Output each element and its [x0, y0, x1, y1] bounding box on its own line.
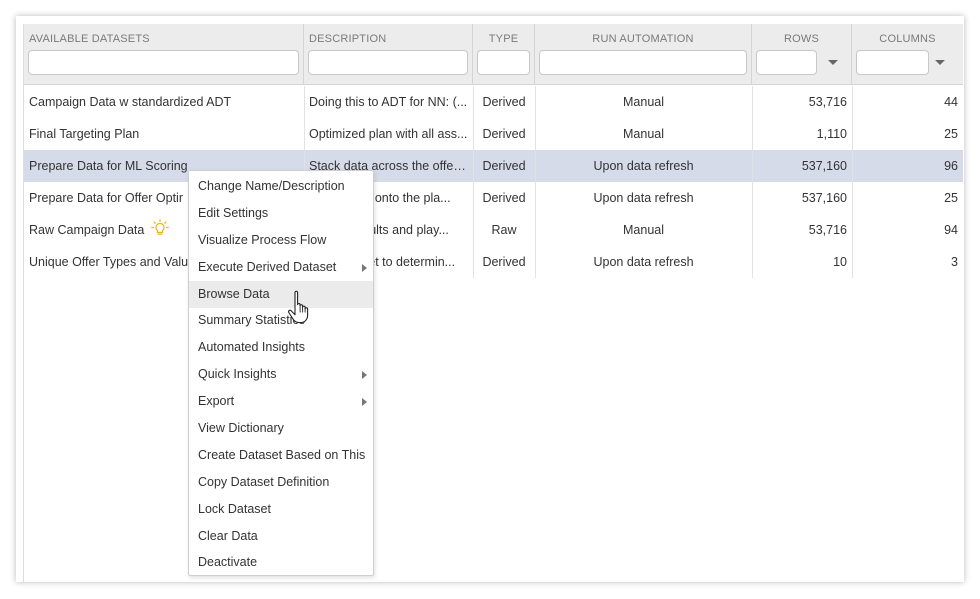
- menu-item-label: View Dictionary: [198, 421, 284, 435]
- cell-columns: 25: [944, 191, 958, 205]
- cell-automation: Manual: [623, 127, 664, 141]
- cell-automation: Manual: [623, 95, 664, 109]
- menu-item-label: Clear Data: [198, 529, 258, 543]
- cell-automation: Upon data refresh: [593, 255, 694, 269]
- column-divider: [473, 86, 474, 278]
- submenu-arrow-icon: [362, 371, 367, 379]
- col-header-rows[interactable]: ROWS: [752, 24, 852, 85]
- column-divider: [535, 86, 536, 278]
- cell-rows: 537,160: [801, 191, 847, 205]
- col-header-label: DESCRIPTION: [309, 33, 387, 45]
- cell-rows: 10: [833, 255, 847, 269]
- cell-columns: 44: [944, 95, 958, 109]
- menu-item-create-dataset-based-on-this[interactable]: Create Dataset Based on This: [189, 442, 373, 469]
- col-header-run-automation[interactable]: RUN AUTOMATION: [535, 24, 752, 85]
- filter-input-type[interactable]: [477, 50, 530, 75]
- cell-name: Raw Campaign Data: [29, 223, 145, 237]
- menu-item-summary-statistics[interactable]: Summary Statistics: [189, 307, 373, 334]
- cell-columns: 94: [944, 223, 958, 237]
- col-header-label: AVAILABLE DATASETS: [29, 33, 150, 45]
- filter-input-rows[interactable]: [756, 50, 817, 75]
- menu-item-label: Lock Dataset: [198, 502, 271, 516]
- cell-type: Derived: [482, 159, 526, 173]
- col-header-type[interactable]: TYPE: [473, 24, 535, 85]
- menu-item-edit-settings[interactable]: Edit Settings: [189, 200, 373, 227]
- menu-item-label: Automated Insights: [198, 340, 306, 354]
- menu-item-label: Quick Insights: [198, 367, 277, 381]
- cell-type: Derived: [482, 95, 526, 109]
- filter-input-description[interactable]: [308, 50, 468, 75]
- cell-rows: 1,110: [816, 127, 847, 141]
- table-row[interactable]: Unique Offer Types and Valu set to deter…: [24, 246, 963, 278]
- cell-name: Final Targeting Plan: [29, 127, 140, 141]
- menu-item-label: Browse Data: [198, 287, 270, 301]
- context-menu: Change Name/Description Edit Settings Vi…: [188, 170, 374, 576]
- menu-item-label: Edit Settings: [198, 206, 269, 220]
- menu-item-lock-dataset[interactable]: Lock Dataset: [189, 496, 373, 523]
- menu-item-quick-insights[interactable]: Quick Insights: [189, 361, 373, 388]
- table-row[interactable]: Prepare Data for Offer Optir res onto th…: [24, 182, 963, 214]
- menu-item-label: Execute Derived Dataset: [198, 260, 337, 274]
- menu-item-visualize-process-flow[interactable]: Visualize Process Flow: [189, 227, 373, 254]
- column-divider: [852, 86, 853, 278]
- cell-rows: 537,160: [801, 159, 847, 173]
- menu-item-view-dictionary[interactable]: View Dictionary: [189, 415, 373, 442]
- cell-type: Derived: [482, 255, 526, 269]
- table-row[interactable]: Final Targeting Plan Optimized plan with…: [24, 118, 963, 150]
- menu-item-browse-data[interactable]: Browse Data: [189, 281, 373, 308]
- col-header-description[interactable]: DESCRIPTION: [304, 24, 473, 85]
- col-header-label: ROWS: [783, 33, 820, 45]
- menu-item-label: Deactivate: [198, 555, 258, 569]
- filter-input-available-datasets[interactable]: [28, 50, 299, 75]
- cell-columns: 3: [951, 255, 958, 269]
- submenu-arrow-icon: [362, 264, 367, 272]
- grid-header: AVAILABLE DATASETS DESCRIPTION TYPE RUN …: [24, 24, 963, 85]
- cell-type: Raw: [491, 223, 517, 237]
- col-header-label: COLUMNS: [879, 33, 936, 45]
- menu-item-label: Copy Dataset Definition: [198, 475, 330, 489]
- menu-item-label: Change Name/Description: [198, 179, 345, 193]
- cell-description: Doing this to ADT for NN: (...: [309, 95, 468, 109]
- cell-columns: 25: [944, 127, 958, 141]
- col-header-columns[interactable]: COLUMNS: [852, 24, 963, 85]
- menu-item-export[interactable]: Export: [189, 388, 373, 415]
- menu-item-label: Export: [198, 394, 235, 408]
- hand-cursor-icon: [288, 290, 309, 324]
- menu-item-label: Create Dataset Based on This: [198, 448, 366, 462]
- menu-item-execute-derived-dataset[interactable]: Execute Derived Dataset: [189, 254, 373, 281]
- cell-automation: Upon data refresh: [593, 191, 694, 205]
- cell-description: Optimized plan with all ass...: [309, 127, 468, 141]
- col-header-available-datasets[interactable]: AVAILABLE DATASETS: [24, 24, 304, 85]
- table-row[interactable]: Campaign Data w standardized ADT Doing t…: [24, 86, 963, 118]
- menu-item-clear-data[interactable]: Clear Data: [189, 523, 373, 550]
- submenu-arrow-icon: [362, 398, 367, 406]
- column-divider: [752, 86, 753, 278]
- menu-item-automated-insights[interactable]: Automated Insights: [189, 334, 373, 361]
- cell-automation: Upon data refresh: [593, 159, 694, 173]
- cell-rows: 53,716: [808, 223, 847, 237]
- dropdown-arrow-icon[interactable]: [828, 60, 838, 65]
- cell-automation: Manual: [623, 223, 664, 237]
- filter-input-run-automation[interactable]: [539, 50, 747, 75]
- lightbulb-icon[interactable]: [150, 217, 170, 246]
- menu-item-change-name-description[interactable]: Change Name/Description: [189, 173, 373, 200]
- cell-type: Derived: [482, 191, 526, 205]
- table-row-selected[interactable]: Prepare Data for ML Scoring Stack data a…: [24, 150, 963, 182]
- menu-item-label: Visualize Process Flow: [198, 233, 327, 247]
- datasets-panel: AVAILABLE DATASETS DESCRIPTION TYPE RUN …: [16, 16, 964, 582]
- cell-name: Campaign Data w standardized ADT: [29, 95, 232, 109]
- filter-input-columns[interactable]: [856, 50, 929, 75]
- col-header-label: TYPE: [488, 33, 519, 45]
- menu-item-copy-dataset-definition[interactable]: Copy Dataset Definition: [189, 469, 373, 496]
- cell-columns: 96: [944, 159, 958, 173]
- cell-rows: 53,716: [808, 95, 847, 109]
- cell-type: Derived: [482, 127, 526, 141]
- datasets-grid: AVAILABLE DATASETS DESCRIPTION TYPE RUN …: [23, 24, 963, 582]
- menu-item-deactivate[interactable]: Deactivate: [189, 549, 373, 576]
- dropdown-arrow-icon[interactable]: [935, 60, 945, 65]
- table-row[interactable]: Raw Campaign Data esults and play... Raw…: [24, 214, 963, 246]
- col-header-label: RUN AUTOMATION: [592, 33, 694, 45]
